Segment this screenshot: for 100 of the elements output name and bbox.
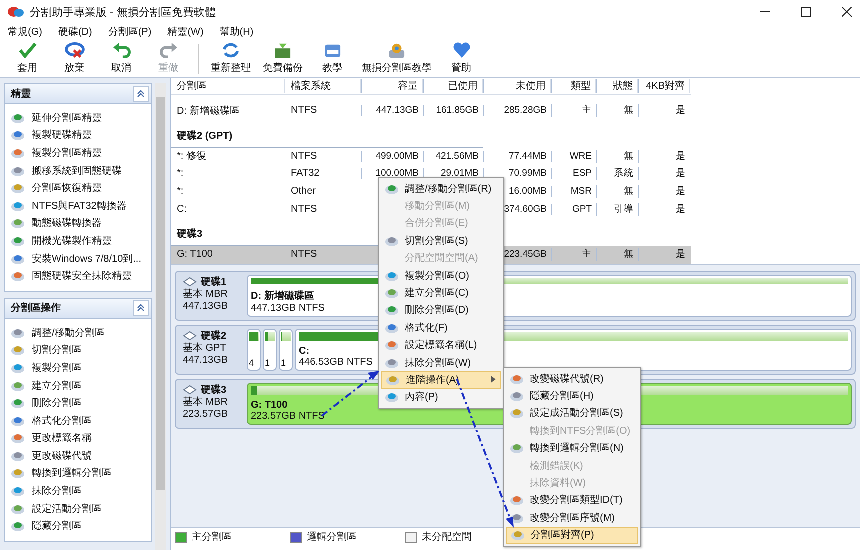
scrollbar[interactable]: [155, 83, 166, 550]
toolbar-button[interactable]: 教學: [309, 42, 356, 75]
sidebar-link[interactable]: 刪除分割區: [32, 396, 82, 410]
disk-icon: [11, 414, 25, 427]
menu-item[interactable]: 建立分割區(C): [381, 284, 501, 302]
partition-block[interactable]: 1: [263, 328, 277, 371]
column-header[interactable]: 狀態: [596, 79, 638, 93]
toolbar-button[interactable]: 套用: [4, 42, 51, 75]
menu-item[interactable]: 內容(P): [381, 388, 501, 406]
partition-size: 1: [281, 358, 286, 368]
menu-item[interactable]: 隱藏分割區(H): [506, 387, 638, 405]
partition-block[interactable]: 4: [247, 328, 261, 371]
sidebar-link[interactable]: 延伸分割區精靈: [32, 110, 102, 125]
sidebar-link[interactable]: 複製分割區: [32, 360, 82, 375]
sidebar-link[interactable]: 切割分割區: [32, 343, 82, 358]
partition-size: 223.57GB NTFS: [251, 410, 325, 422]
toolbar-button[interactable]: 取消: [98, 42, 145, 75]
submenu-arrow-icon: [491, 376, 496, 384]
maximize-icon[interactable]: [801, 7, 811, 17]
sidebar-link[interactable]: 搬移系統到固態硬碟: [32, 164, 122, 178]
table-cell-text: 是: [675, 202, 686, 216]
table-cell-text: 主: [581, 248, 592, 262]
menu-item[interactable]: 改變分割區類型ID(T): [506, 492, 638, 510]
sidebar-link[interactable]: 更改磁碟代號: [32, 448, 92, 463]
sidebar-link[interactable]: 格式化分割區: [32, 414, 92, 428]
table-cell-text: 是: [675, 185, 686, 198]
collapse-button[interactable]: [133, 86, 149, 102]
partition-size: 446.53GB NTFS: [299, 356, 373, 368]
sidebar-link[interactable]: NTFS與FAT32轉換器: [32, 198, 127, 213]
toolbar-button[interactable]: 無損分割區教學: [356, 42, 438, 75]
partition-name: D: 新增磁碟區: [251, 289, 314, 303]
column-header[interactable]: 檔案系統: [285, 79, 361, 93]
sidebar-link[interactable]: 轉換到邏輯分割區: [32, 466, 112, 480]
column-header[interactable]: 類型: [551, 79, 596, 93]
menu-item[interactable]: 設定標籤名稱(L): [381, 336, 501, 354]
sidebar-link[interactable]: 更改標籤名稱: [32, 431, 92, 446]
sidebar-link[interactable]: 隱藏分割區: [32, 519, 82, 534]
table-cell-text: 無: [623, 185, 634, 198]
table-cell-text: 無: [623, 248, 634, 262]
disk-icon: [385, 304, 399, 316]
menu-item[interactable]: 刪除分割區(D): [381, 302, 501, 320]
undo-icon: [112, 42, 132, 59]
toolbar-button[interactable]: 免費備份: [257, 42, 309, 75]
table-cell-text: ESP: [572, 168, 592, 180]
panel-title: 分割區操作: [11, 302, 61, 316]
table-cell: NTFS: [291, 204, 318, 215]
refresh-icon: [221, 42, 241, 59]
sidebar-link[interactable]: 動態磁碟轉換器: [32, 216, 102, 230]
sidebar-link[interactable]: 調整/移動分割區: [32, 326, 105, 340]
sidebar-link[interactable]: 複製分割區精靈: [32, 146, 102, 160]
menu-item[interactable]: 常規(G): [8, 25, 42, 39]
menu-item[interactable]: 精靈(W): [168, 25, 204, 39]
disk-icon: [385, 322, 399, 334]
column-header[interactable]: 已使用: [423, 79, 483, 93]
disk-icon: [11, 252, 25, 265]
table-cell: NTFS: [291, 249, 318, 260]
partition-row[interactable]: *: 修復 NTFS 499.00MB 421.56MB 77.44MB WRE 無 是: [171, 148, 691, 166]
disk-icon: [11, 467, 25, 480]
table-cell-text: 421.56MB: [434, 150, 479, 162]
sidebar-link[interactable]: 分割區恢復精靈: [32, 181, 102, 196]
disk-icon: [11, 380, 25, 392]
column-header[interactable]: 分割區: [171, 79, 285, 93]
disk-icon: [385, 356, 399, 369]
column-header[interactable]: 4KB對齊: [638, 79, 690, 93]
collapse-button[interactable]: [133, 300, 149, 316]
disk-icon: [11, 344, 25, 356]
column-header[interactable]: 未使用: [483, 79, 551, 93]
partition-name: C:: [299, 346, 310, 357]
menu-item[interactable]: 硬碟(D): [58, 25, 92, 39]
redo-icon: [158, 42, 178, 59]
close-icon[interactable]: [842, 7, 852, 17]
sidebar-link[interactable]: 複製硬碟精靈: [32, 128, 92, 142]
menu-item[interactable]: 轉換到邏輯分割區(N): [506, 440, 638, 457]
menu-item[interactable]: 抹除分割區(W): [381, 354, 501, 372]
toolbar-button[interactable]: 重新整理: [205, 42, 257, 75]
disk-icon: [11, 234, 25, 247]
menu-item[interactable]: 幫助(H): [220, 25, 254, 39]
disk-icon: [11, 200, 25, 212]
table-cell-text: 29.01MB: [440, 168, 479, 180]
sidebar-link[interactable]: 開機光碟製作精靈: [32, 234, 112, 248]
disk-icon: [11, 182, 25, 194]
toolbar-button[interactable]: 放棄: [51, 42, 98, 75]
table-cell-text: 無: [623, 104, 634, 118]
menu-item[interactable]: 分割區對齊(P): [506, 526, 638, 544]
menu-item[interactable]: 分割區(P): [108, 25, 152, 39]
disk-icon: [11, 164, 25, 177]
toolbar-button[interactable]: 贊助: [438, 42, 485, 75]
disk-icon: [510, 372, 524, 385]
column-header[interactable]: 容量: [361, 79, 423, 93]
menu-item[interactable]: 調整/移動分割區(R): [381, 180, 501, 198]
check-icon: [18, 42, 38, 59]
sidebar-link[interactable]: 抹除分割區: [32, 484, 82, 498]
menu-item[interactable]: 設定成活動分割區(S): [506, 404, 638, 422]
sidebar-link[interactable]: 設定活動分割區: [32, 502, 102, 516]
sidebar-link[interactable]: 建立分割區: [32, 378, 82, 393]
disk-icon: [11, 397, 25, 410]
sidebar-link[interactable]: 固態硬碟安全抹除精靈: [32, 269, 132, 284]
partition-block[interactable]: 1: [279, 328, 293, 371]
partition-row[interactable]: D: 新增磁碟區 NTFS 447.13GB 161.85GB 285.28GB 主 無 是: [171, 102, 691, 120]
sidebar-link[interactable]: 安裝Windows 7/8/10到...: [32, 252, 142, 266]
